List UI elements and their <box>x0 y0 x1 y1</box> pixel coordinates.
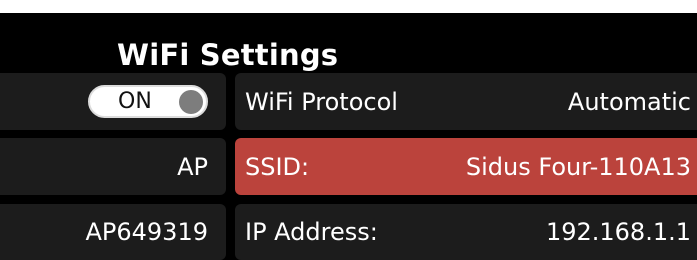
wifi-toggle-switch[interactable]: ON <box>88 85 208 118</box>
ip-address-row[interactable]: IP Address: 192.168.1.1 <box>235 204 697 260</box>
wifi-mode-row[interactable]: AP <box>0 138 226 195</box>
ap-name-row[interactable]: AP649319 <box>0 204 226 260</box>
ssid-value: Sidus Four-110A13 <box>465 152 691 181</box>
wifi-protocol-row[interactable]: WiFi Protocol Automatic <box>235 73 697 130</box>
ssid-label: SSID: <box>245 152 310 181</box>
ip-address-value: 192.168.1.1 <box>545 218 691 246</box>
wifi-protocol-value: Automatic <box>567 87 691 116</box>
wifi-toggle-row[interactable]: ON <box>0 73 226 130</box>
wifi-mode-value: AP <box>177 152 208 181</box>
ip-address-label: IP Address: <box>245 218 378 246</box>
toggle-label: ON <box>118 89 152 114</box>
wifi-protocol-label: WiFi Protocol <box>245 87 398 116</box>
ssid-row[interactable]: SSID: Sidus Four-110A13 <box>235 138 697 195</box>
title-bar: WiFi Settings <box>0 13 697 72</box>
toggle-knob <box>179 90 203 114</box>
ap-name-value: AP649319 <box>85 218 208 246</box>
